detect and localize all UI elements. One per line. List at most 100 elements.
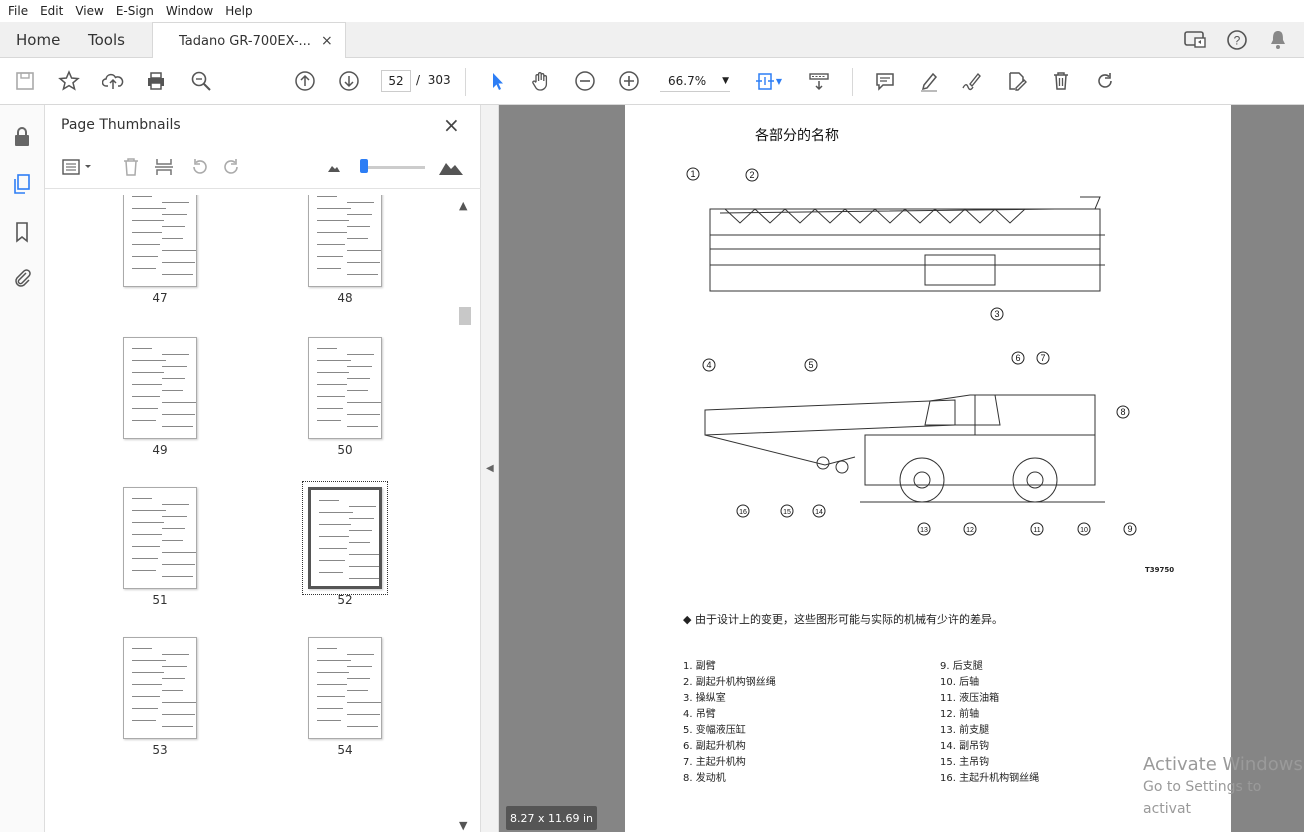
scroll-mode-icon[interactable] bbox=[806, 68, 832, 94]
thumbnail-text-line bbox=[347, 714, 380, 715]
thumbnail-text-line bbox=[132, 256, 158, 257]
thumbnail-text-line bbox=[349, 578, 379, 579]
delete-trash-icon[interactable] bbox=[1048, 68, 1074, 94]
rotate-right-icon[interactable] bbox=[221, 155, 243, 179]
share-screen-icon[interactable] bbox=[1183, 22, 1207, 58]
fit-page-chevron-icon[interactable]: ▼ bbox=[772, 68, 786, 94]
parts-list-item: 2. 副起升机构钢丝绳 bbox=[683, 677, 776, 688]
upload-cloud-icon[interactable] bbox=[100, 68, 126, 94]
thumbnail-text-line bbox=[162, 552, 196, 553]
zoom-search-icon[interactable] bbox=[188, 68, 214, 94]
document-viewer[interactable]: 各部分的名称 1 2 3 4 5 6 7 8 9 10 11 12 13 14 … bbox=[499, 105, 1304, 832]
thumbnail-scrollbar[interactable]: ▲ ▼ bbox=[457, 195, 473, 832]
insert-page-icon[interactable] bbox=[153, 155, 175, 179]
save-icon[interactable] bbox=[12, 68, 38, 94]
lock-icon[interactable] bbox=[10, 125, 34, 149]
thumbnail-text-line bbox=[317, 244, 345, 245]
callout-number: 1 bbox=[690, 169, 695, 179]
highlight-pen-icon[interactable] bbox=[916, 68, 942, 94]
zoom-dropdown[interactable]: 66.7% ▼ bbox=[660, 70, 730, 92]
thumbnail-text-line bbox=[347, 366, 372, 367]
menu-esign[interactable]: E-Sign bbox=[110, 4, 160, 18]
parts-list-item: 4. 吊臂 bbox=[683, 709, 716, 720]
bookmark-star-icon[interactable] bbox=[56, 68, 82, 94]
thumbnail-size-slider[interactable] bbox=[360, 159, 368, 173]
page-thumbnail[interactable] bbox=[308, 337, 382, 439]
callout-number: 2 bbox=[749, 170, 754, 180]
tab-tools[interactable]: Tools bbox=[88, 22, 125, 58]
menu-edit[interactable]: Edit bbox=[34, 4, 69, 18]
scrollbar-thumb[interactable] bbox=[459, 307, 471, 325]
thumbnail-text-line bbox=[132, 384, 162, 385]
thumbnail-text-line bbox=[349, 518, 374, 519]
page-thumbnails-icon[interactable] bbox=[10, 172, 34, 196]
notification-bell-icon[interactable] bbox=[1268, 22, 1288, 58]
menu-file[interactable]: File bbox=[2, 4, 34, 18]
hand-tool-icon[interactable] bbox=[528, 68, 554, 94]
page-thumbnail[interactable] bbox=[123, 195, 197, 287]
thumbnail-text-line bbox=[162, 202, 189, 203]
comment-icon[interactable] bbox=[872, 68, 898, 94]
thumbnail-text-line bbox=[317, 268, 341, 269]
watermark-line1: Activate Windows bbox=[1143, 754, 1303, 775]
page-number-input[interactable]: 52 bbox=[381, 70, 411, 92]
next-page-icon[interactable] bbox=[336, 68, 362, 94]
callout-number: 5 bbox=[808, 360, 813, 370]
redo-rotate-icon[interactable] bbox=[1092, 68, 1118, 94]
page-thumbnails-panel: Page Thumbnails × 47 48 49 50 51 52 53 54 ▲ ▼ bbox=[45, 105, 481, 832]
thumbnail-text-line bbox=[162, 540, 183, 541]
tab-home[interactable]: Home bbox=[16, 22, 60, 58]
thumbnail-text-line bbox=[132, 498, 152, 499]
previous-page-icon[interactable] bbox=[292, 68, 318, 94]
callout-number: 16 bbox=[739, 509, 747, 516]
bookmarks-icon[interactable] bbox=[10, 220, 34, 244]
thumbnail-text-line bbox=[162, 390, 183, 391]
page-thumbnail[interactable] bbox=[308, 487, 382, 589]
thumbnail-text-line bbox=[132, 510, 166, 511]
page-thumbnail[interactable] bbox=[123, 487, 197, 589]
collapse-panel-icon[interactable]: ◀ bbox=[486, 463, 494, 474]
callout-number: 14 bbox=[815, 509, 823, 516]
thumbnail-text-line bbox=[349, 542, 370, 543]
menu-view[interactable]: View bbox=[69, 4, 109, 18]
callout-number: 6 bbox=[1015, 353, 1020, 363]
thumbnail-text-line bbox=[319, 536, 349, 537]
rotate-left-icon[interactable] bbox=[188, 155, 210, 179]
thumbnail-smaller-icon[interactable] bbox=[326, 155, 342, 179]
panel-close-icon[interactable]: × bbox=[443, 113, 460, 137]
front-wheel bbox=[899, 457, 945, 503]
menu-help[interactable]: Help bbox=[219, 4, 258, 18]
thumbnail-text-line bbox=[162, 366, 187, 367]
zoom-out-icon[interactable] bbox=[572, 68, 598, 94]
page-thumbnail[interactable] bbox=[308, 195, 382, 287]
page-thumbnail[interactable] bbox=[123, 337, 197, 439]
thumbnail-options-icon[interactable] bbox=[61, 155, 95, 179]
delete-page-icon[interactable] bbox=[120, 155, 142, 179]
thumbnail-larger-icon[interactable] bbox=[438, 155, 464, 179]
thumbnail-text-line bbox=[162, 702, 196, 703]
attachments-icon[interactable] bbox=[10, 265, 34, 289]
help-icon[interactable]: ? bbox=[1226, 22, 1248, 58]
crane-diagram: 1 234 56 78910111213141516 bbox=[686, 167, 1137, 536]
tab-document[interactable]: Tadano GR-700EX-... × bbox=[152, 22, 346, 59]
select-cursor-icon[interactable] bbox=[484, 68, 510, 94]
zoom-in-icon[interactable] bbox=[616, 68, 642, 94]
thumbnail-text-line bbox=[162, 654, 189, 655]
thumbnail-text-line bbox=[347, 666, 372, 667]
thumbnail-text-line bbox=[347, 250, 381, 251]
thumbnail-text-line bbox=[132, 196, 152, 197]
rear-wheel-hub bbox=[1026, 471, 1044, 489]
page-thumbnail[interactable] bbox=[123, 637, 197, 739]
print-icon[interactable] bbox=[143, 68, 169, 94]
draw-freehand-icon[interactable] bbox=[959, 68, 985, 94]
panel-splitter[interactable]: ◀ bbox=[481, 105, 499, 832]
page-thumbnail[interactable] bbox=[308, 637, 382, 739]
thumbnail-text-line bbox=[347, 678, 370, 679]
edit-text-icon[interactable] bbox=[1004, 68, 1030, 94]
callout-number: 3 bbox=[994, 309, 999, 319]
menu-window[interactable]: Window bbox=[160, 4, 219, 18]
tab-close-icon[interactable]: × bbox=[321, 33, 333, 49]
thumbnail-text-line bbox=[349, 554, 379, 555]
scroll-up-icon[interactable]: ▲ bbox=[459, 199, 467, 212]
scroll-down-icon[interactable]: ▼ bbox=[459, 819, 467, 832]
